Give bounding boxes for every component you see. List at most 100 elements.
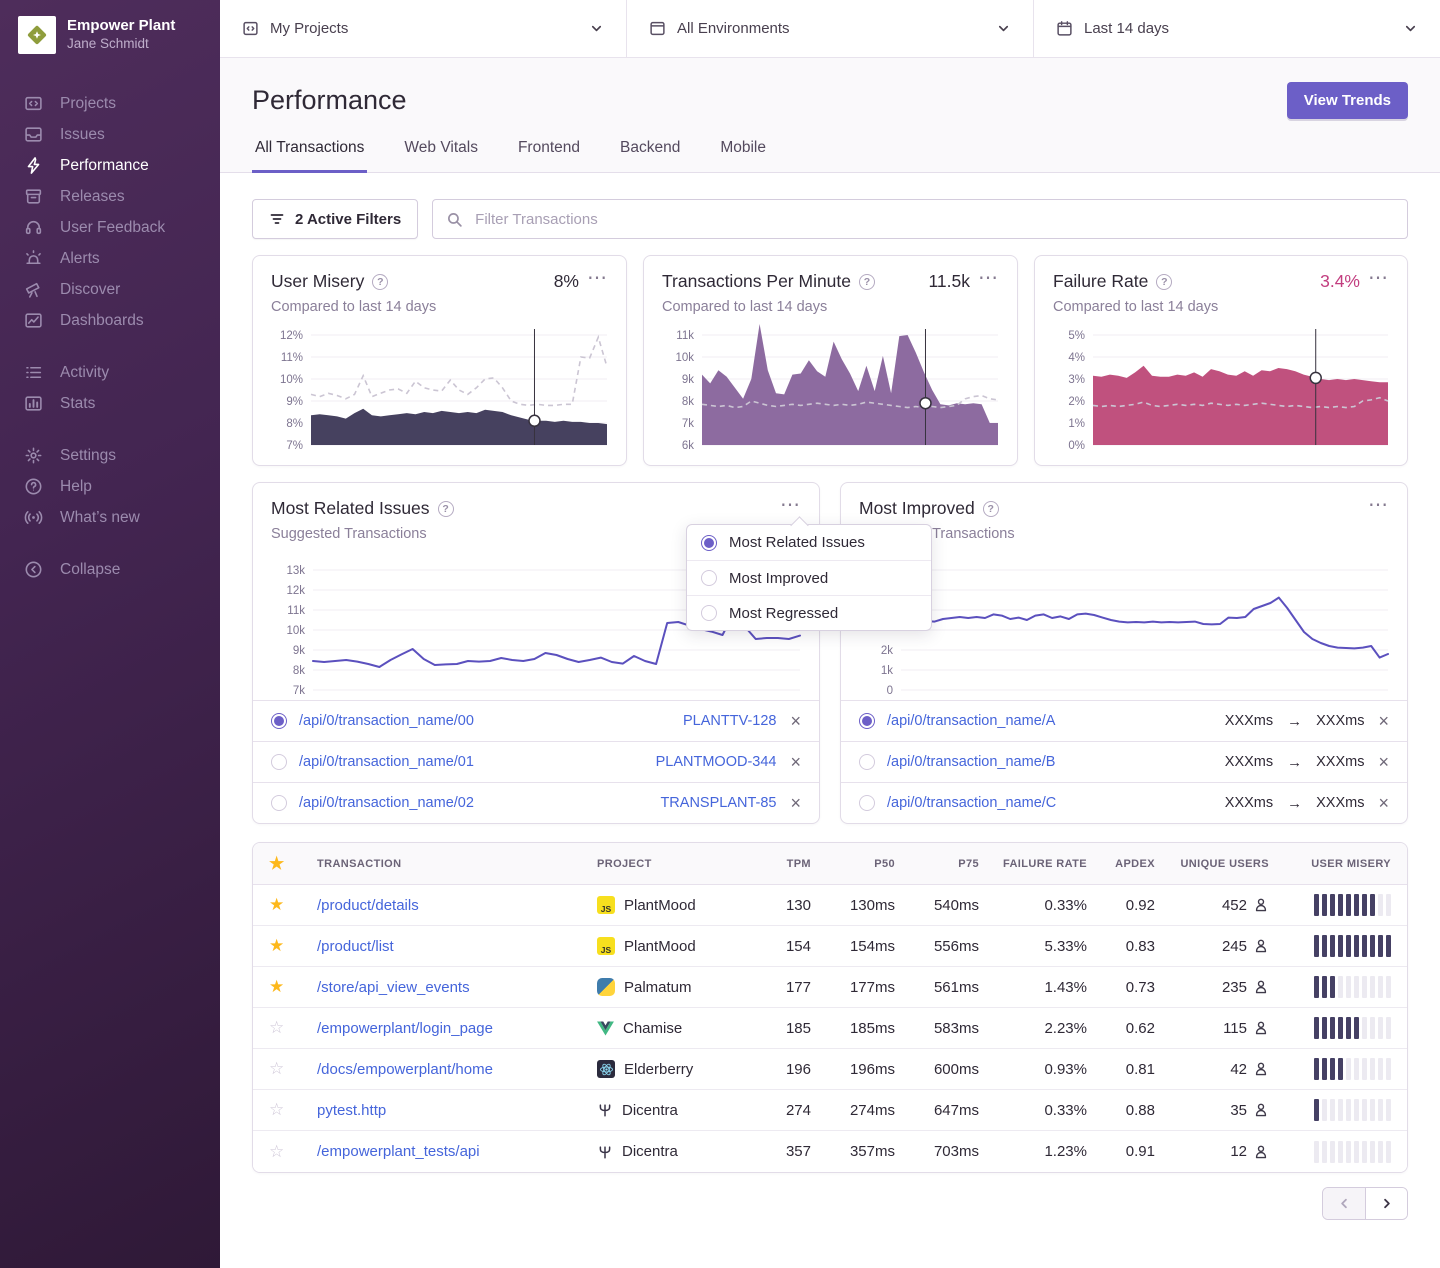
search-input[interactable] <box>473 210 1394 229</box>
help-question-icon[interactable] <box>859 274 875 290</box>
sidebar-item-whats-new[interactable]: What’s new <box>24 502 220 533</box>
close-icon[interactable] <box>790 712 801 730</box>
tpm-cell: 177 <box>751 979 811 996</box>
transaction-link[interactable]: /empowerplant_tests/api <box>317 1143 593 1160</box>
issue-link[interactable]: PLANTMOOD-344 <box>656 754 777 770</box>
column-header[interactable]: P75 <box>899 858 979 870</box>
transaction-link[interactable]: pytest.http <box>317 1102 593 1119</box>
sidebar-item-stats[interactable]: Stats <box>24 388 220 419</box>
sidebar-item-activity[interactable]: Activity <box>24 357 220 388</box>
tab-web-vitals[interactable]: Web Vitals <box>401 139 481 173</box>
close-icon[interactable] <box>790 753 801 771</box>
unique-users-count: 115 <box>1223 1020 1247 1037</box>
favorite-star-icon[interactable] <box>269 1142 313 1162</box>
radio-button[interactable] <box>271 754 287 770</box>
column-header[interactable]: APDEX <box>1091 858 1155 870</box>
tab-mobile[interactable]: Mobile <box>717 139 769 173</box>
tpm-cell: 274 <box>751 1102 811 1119</box>
column-header[interactable]: UNIQUE USERS <box>1159 858 1269 870</box>
sidebar-item-discover[interactable]: Discover <box>24 274 220 305</box>
sidebar-item-dashboards[interactable]: Dashboards <box>24 305 220 336</box>
column-header[interactable]: FAILURE RATE <box>983 858 1087 870</box>
svg-text:8k: 8k <box>682 396 694 408</box>
favorite-star-icon[interactable] <box>269 977 313 997</box>
tpm-cell: 357 <box>751 1143 811 1160</box>
help-question-icon[interactable] <box>1156 274 1172 290</box>
tab-backend[interactable]: Backend <box>617 139 683 173</box>
column-header[interactable]: P50 <box>815 858 895 870</box>
sidebar-item-user-feedback[interactable]: User Feedback <box>24 212 220 243</box>
transaction-link[interactable]: /api/0/transaction_name/C <box>887 795 1056 811</box>
sidebar-collapse-button[interactable]: Collapse <box>24 554 220 585</box>
menu-item-most-regressed[interactable]: Most Regressed <box>687 595 931 630</box>
card-menu-icon[interactable] <box>978 271 999 285</box>
close-icon[interactable] <box>1378 712 1389 730</box>
sidebar-item-settings[interactable]: Settings <box>24 440 220 471</box>
radio-button[interactable] <box>271 713 287 729</box>
column-header[interactable]: TRANSACTION <box>317 858 593 870</box>
prev-page-button[interactable] <box>1323 1188 1365 1219</box>
sidebar-item-issues[interactable]: Issues <box>24 119 220 150</box>
card-menu-icon[interactable] <box>1368 271 1389 285</box>
sidebar-item-projects[interactable]: Projects <box>24 88 220 119</box>
user-feedback-icon <box>24 218 43 237</box>
favorite-star-icon[interactable] <box>269 1018 313 1038</box>
tab-all-transactions[interactable]: All Transactions <box>252 139 367 173</box>
card-menu-icon[interactable] <box>780 498 801 512</box>
radio-button[interactable] <box>701 605 717 621</box>
chart-type-dropdown-menu: Most Related Issues Most Improved Most R… <box>686 524 932 631</box>
menu-item-most-related-issues[interactable]: Most Related Issues <box>687 525 931 560</box>
transaction-link[interactable]: /api/0/transaction_name/00 <box>299 713 474 729</box>
card-menu-icon[interactable] <box>587 271 608 285</box>
column-header[interactable]: USER MISERY <box>1273 858 1391 870</box>
project-filter-dropdown[interactable]: My Projects <box>220 0 626 57</box>
view-trends-button[interactable]: View Trends <box>1287 82 1408 119</box>
transaction-link[interactable]: /api/0/transaction_name/02 <box>299 795 474 811</box>
favorite-star-icon[interactable] <box>269 1100 313 1120</box>
help-question-icon[interactable] <box>372 274 388 290</box>
table-row: pytest.httpDicentra274274ms647ms0.33%0.8… <box>253 1090 1407 1131</box>
card-value: 3.4% <box>1320 271 1360 292</box>
column-header[interactable]: TPM <box>751 858 811 870</box>
transaction-link[interactable]: /api/0/transaction_name/A <box>887 713 1055 729</box>
org-switcher[interactable]: Empower Plant Jane Schmidt <box>0 16 220 54</box>
radio-button[interactable] <box>701 535 717 551</box>
transaction-link[interactable]: /empowerplant/login_page <box>317 1020 593 1037</box>
help-question-icon[interactable] <box>438 501 454 517</box>
active-filters-button[interactable]: 2 Active Filters <box>252 199 418 239</box>
favorite-star-icon[interactable] <box>269 854 313 874</box>
radio-button[interactable] <box>859 754 875 770</box>
favorite-star-icon[interactable] <box>269 936 313 956</box>
transaction-link[interactable]: /docs/empowerplant/home <box>317 1061 593 1078</box>
transaction-link[interactable]: /store/api_view_events <box>317 979 593 996</box>
help-question-icon[interactable] <box>983 501 999 517</box>
sidebar-item-alerts[interactable]: Alerts <box>24 243 220 274</box>
radio-button[interactable] <box>701 570 717 586</box>
radio-button[interactable] <box>859 795 875 811</box>
date-range-dropdown[interactable]: Last 14 days <box>1033 0 1440 57</box>
favorite-star-icon[interactable] <box>269 895 313 915</box>
user-icon <box>1253 1102 1269 1118</box>
sidebar-item-performance[interactable]: Performance <box>24 150 220 181</box>
close-icon[interactable] <box>1378 794 1389 812</box>
sidebar-item-help[interactable]: Help <box>24 471 220 502</box>
transaction-link[interactable]: /api/0/transaction_name/B <box>887 754 1055 770</box>
column-header[interactable]: PROJECT <box>597 858 747 870</box>
transaction-link[interactable]: /api/0/transaction_name/01 <box>299 754 474 770</box>
transaction-link[interactable]: /product/list <box>317 938 593 955</box>
radio-button[interactable] <box>271 795 287 811</box>
card-menu-icon[interactable] <box>1368 498 1389 512</box>
menu-item-most-improved[interactable]: Most Improved <box>687 560 931 595</box>
issue-link[interactable]: PLANTTV-128 <box>683 713 777 729</box>
next-page-button[interactable] <box>1365 1188 1407 1219</box>
card-title: Transactions Per Minute <box>662 271 875 292</box>
tab-frontend[interactable]: Frontend <box>515 139 583 173</box>
favorite-star-icon[interactable] <box>269 1059 313 1079</box>
radio-button[interactable] <box>859 713 875 729</box>
transaction-link[interactable]: /product/details <box>317 897 593 914</box>
environment-filter-dropdown[interactable]: All Environments <box>626 0 1033 57</box>
issue-link[interactable]: TRANSPLANT-85 <box>660 795 776 811</box>
close-icon[interactable] <box>790 794 801 812</box>
sidebar-item-releases[interactable]: Releases <box>24 181 220 212</box>
close-icon[interactable] <box>1378 753 1389 771</box>
